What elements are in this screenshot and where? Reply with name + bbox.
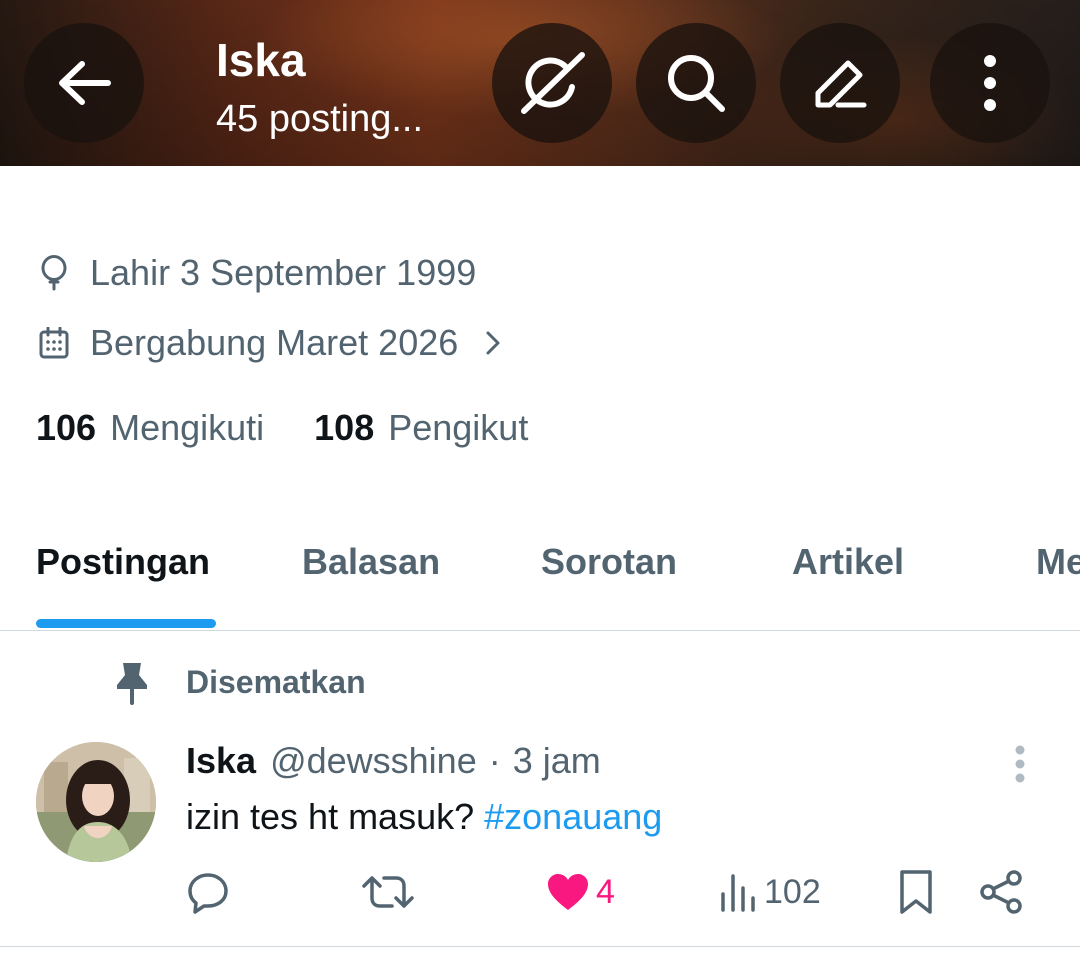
- search-icon: [668, 55, 725, 112]
- post-author-handle[interactable]: @dewsshine: [270, 740, 477, 782]
- calendar-icon: [36, 325, 72, 361]
- tab-replies[interactable]: Balasan: [302, 534, 440, 590]
- like-count: 4: [596, 872, 615, 911]
- tab-highlights[interactable]: Sorotan: [541, 534, 677, 590]
- search-button[interactable]: [636, 23, 756, 143]
- share-button[interactable]: [978, 866, 1024, 918]
- post-text: izin tes ht masuk? #zonauang: [186, 792, 662, 842]
- profile-tabs: Postingan Balasan Sorotan Artikel Me: [0, 534, 1080, 630]
- following-count: 106: [36, 407, 97, 448]
- follow-stats: 106 Mengikuti 108 Pengikut: [36, 402, 528, 454]
- views-chart-icon: [718, 872, 758, 912]
- followers-count: 108: [314, 407, 375, 448]
- birth-date-text: Lahir 3 September 1999: [90, 252, 477, 293]
- heart-filled-icon: [546, 872, 590, 912]
- back-button[interactable]: [24, 23, 144, 143]
- tab-articles[interactable]: Artikel: [792, 534, 904, 590]
- reply-icon: [186, 870, 230, 914]
- post-author-name[interactable]: Iska: [186, 740, 256, 782]
- post-header: Iska @dewsshine · 3 jam: [186, 736, 601, 786]
- share-icon: [978, 869, 1024, 915]
- grok-icon: [521, 52, 585, 114]
- tabs-divider: [0, 630, 1080, 631]
- back-arrow-icon: [59, 61, 111, 105]
- more-vertical-icon: [984, 55, 996, 111]
- bookmark-icon: [896, 869, 936, 915]
- bookmark-button[interactable]: [896, 866, 936, 918]
- reply-button[interactable]: [186, 866, 230, 918]
- tab-media[interactable]: Me: [1036, 534, 1080, 590]
- post-body: izin tes ht masuk?: [186, 796, 475, 837]
- post-more-button[interactable]: [1004, 740, 1036, 788]
- repost-button[interactable]: [362, 866, 414, 918]
- following-label: Mengikuti: [110, 407, 265, 448]
- views-button[interactable]: 102: [718, 866, 821, 918]
- post-divider: [0, 946, 1080, 947]
- joined-date-row[interactable]: Bergabung Maret 2026: [36, 318, 506, 368]
- header-profile-name: Iska: [216, 34, 306, 86]
- more-vertical-icon: [1015, 745, 1025, 783]
- joined-date-text: Bergabung Maret 2026: [90, 322, 459, 363]
- avatar[interactable]: [36, 742, 156, 862]
- edit-profile-button[interactable]: [780, 23, 900, 143]
- view-count: 102: [764, 872, 821, 911]
- birth-date-row: Lahir 3 September 1999: [36, 248, 476, 298]
- post-hashtag[interactable]: #zonauang: [484, 796, 662, 837]
- following-link[interactable]: 106 Mengikuti: [36, 407, 264, 449]
- like-button[interactable]: 4: [546, 866, 615, 918]
- grok-button[interactable]: [492, 23, 612, 143]
- followers-label: Pengikut: [388, 407, 529, 448]
- repost-icon: [362, 870, 414, 914]
- followers-link[interactable]: 108 Pengikut: [314, 407, 528, 449]
- pinned-label: Disematkan: [186, 663, 366, 700]
- header-post-count: 45 posting...: [216, 98, 424, 140]
- pinned-indicator: Disematkan: [112, 658, 366, 706]
- balloon-icon: [36, 255, 72, 291]
- tab-posts[interactable]: Postingan: [36, 534, 210, 590]
- post-timestamp[interactable]: 3 jam: [513, 740, 601, 782]
- more-options-button[interactable]: [930, 23, 1050, 143]
- post-separator: ·: [488, 740, 501, 781]
- edit-icon: [815, 60, 867, 108]
- chevron-right-icon: [484, 327, 506, 359]
- active-tab-indicator: [36, 619, 216, 628]
- pin-icon: [112, 658, 152, 706]
